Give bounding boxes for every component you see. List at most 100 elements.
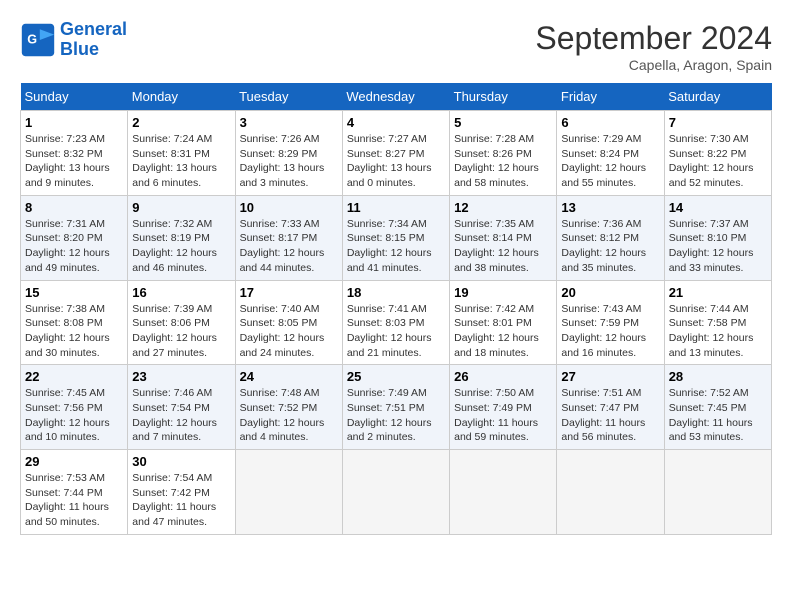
day-number: 9 [132,200,230,215]
day-number: 24 [240,369,338,384]
calendar-cell: 8 Sunrise: 7:31 AM Sunset: 8:20 PM Daylig… [21,195,128,280]
calendar-week-row: 29 Sunrise: 7:53 AM Sunset: 7:44 PM Dayli… [21,450,772,535]
day-info: Sunrise: 7:33 AM Sunset: 8:17 PM Dayligh… [240,217,338,276]
day-info: Sunrise: 7:34 AM Sunset: 8:15 PM Dayligh… [347,217,445,276]
calendar-cell: 7Sunrise: 7:30 AM Sunset: 8:22 PM Daylig… [664,111,771,196]
day-number: 2 [132,115,230,130]
day-info: Sunrise: 7:23 AM Sunset: 8:32 PM Dayligh… [25,132,123,191]
calendar-cell [557,450,664,535]
calendar-cell: 26 Sunrise: 7:50 AM Sunset: 7:49 PM Dayli… [450,365,557,450]
calendar-table: SundayMondayTuesdayWednesdayThursdayFrid… [20,83,772,535]
day-number: 6 [561,115,659,130]
month-title: September 2024 [535,20,772,57]
day-info: Sunrise: 7:45 AM Sunset: 7:56 PM Dayligh… [25,386,123,445]
calendar-cell: 21Sunrise: 7:44 AM Sunset: 7:58 PM Dayli… [664,280,771,365]
day-info: Sunrise: 7:38 AM Sunset: 8:08 PM Dayligh… [25,302,123,361]
calendar-cell: 25 Sunrise: 7:49 AM Sunset: 7:51 PM Dayli… [342,365,449,450]
calendar-cell: 5Sunrise: 7:28 AM Sunset: 8:26 PM Daylig… [450,111,557,196]
day-info: Sunrise: 7:52 AM Sunset: 7:45 PM Dayligh… [669,386,767,445]
day-info: Sunrise: 7:43 AM Sunset: 7:59 PM Dayligh… [561,302,659,361]
day-number: 20 [561,285,659,300]
calendar-cell: 9 Sunrise: 7:32 AM Sunset: 8:19 PM Daylig… [128,195,235,280]
day-info: Sunrise: 7:54 AM Sunset: 7:42 PM Dayligh… [132,471,230,530]
day-info: Sunrise: 7:39 AM Sunset: 8:06 PM Dayligh… [132,302,230,361]
calendar-cell: 19Sunrise: 7:42 AM Sunset: 8:01 PM Dayli… [450,280,557,365]
day-number: 1 [25,115,123,130]
calendar-cell: 29 Sunrise: 7:53 AM Sunset: 7:44 PM Dayli… [21,450,128,535]
page-header: G General Blue September 2024 Capella, A… [20,20,772,73]
day-number: 13 [561,200,659,215]
calendar-week-row: 22 Sunrise: 7:45 AM Sunset: 7:56 PM Dayli… [21,365,772,450]
calendar-cell: 30 Sunrise: 7:54 AM Sunset: 7:42 PM Dayli… [128,450,235,535]
day-number: 29 [25,454,123,469]
day-info: Sunrise: 7:49 AM Sunset: 7:51 PM Dayligh… [347,386,445,445]
calendar-cell: 13 Sunrise: 7:36 AM Sunset: 8:12 PM Dayli… [557,195,664,280]
calendar-cell: 18 Sunrise: 7:41 AM Sunset: 8:03 PM Dayli… [342,280,449,365]
weekday-header: Thursday [450,83,557,111]
day-number: 16 [132,285,230,300]
day-number: 7 [669,115,767,130]
day-number: 23 [132,369,230,384]
weekday-header: Sunday [21,83,128,111]
day-info: Sunrise: 7:37 AM Sunset: 8:10 PM Dayligh… [669,217,767,276]
day-info: Sunrise: 7:27 AM Sunset: 8:27 PM Dayligh… [347,132,445,191]
day-info: Sunrise: 7:31 AM Sunset: 8:20 PM Dayligh… [25,217,123,276]
title-block: September 2024 Capella, Aragon, Spain [535,20,772,73]
day-number: 3 [240,115,338,130]
day-info: Sunrise: 7:24 AM Sunset: 8:31 PM Dayligh… [132,132,230,191]
calendar-cell: 15 Sunrise: 7:38 AM Sunset: 8:08 PM Dayli… [21,280,128,365]
logo: G General Blue [20,20,127,60]
calendar-cell: 20 Sunrise: 7:43 AM Sunset: 7:59 PM Dayli… [557,280,664,365]
day-info: Sunrise: 7:41 AM Sunset: 8:03 PM Dayligh… [347,302,445,361]
day-info: Sunrise: 7:46 AM Sunset: 7:54 PM Dayligh… [132,386,230,445]
day-number: 18 [347,285,445,300]
day-number: 8 [25,200,123,215]
calendar-cell [450,450,557,535]
calendar-week-row: 15 Sunrise: 7:38 AM Sunset: 8:08 PM Dayli… [21,280,772,365]
day-info: Sunrise: 7:32 AM Sunset: 8:19 PM Dayligh… [132,217,230,276]
day-number: 4 [347,115,445,130]
logo-text: General Blue [60,20,127,60]
day-number: 22 [25,369,123,384]
day-number: 25 [347,369,445,384]
svg-text:G: G [27,32,37,46]
day-info: Sunrise: 7:40 AM Sunset: 8:05 PM Dayligh… [240,302,338,361]
calendar-cell: 27 Sunrise: 7:51 AM Sunset: 7:47 PM Dayli… [557,365,664,450]
calendar-cell: 1 Sunrise: 7:23 AM Sunset: 8:32 PM Daylig… [21,111,128,196]
day-info: Sunrise: 7:35 AM Sunset: 8:14 PM Dayligh… [454,217,552,276]
calendar-cell: 11Sunrise: 7:34 AM Sunset: 8:15 PM Dayli… [342,195,449,280]
location: Capella, Aragon, Spain [535,57,772,73]
day-info: Sunrise: 7:28 AM Sunset: 8:26 PM Dayligh… [454,132,552,191]
calendar-cell: 10 Sunrise: 7:33 AM Sunset: 8:17 PM Dayli… [235,195,342,280]
calendar-cell: 16 Sunrise: 7:39 AM Sunset: 8:06 PM Dayli… [128,280,235,365]
day-info: Sunrise: 7:51 AM Sunset: 7:47 PM Dayligh… [561,386,659,445]
calendar-cell: 22 Sunrise: 7:45 AM Sunset: 7:56 PM Dayli… [21,365,128,450]
calendar-cell [342,450,449,535]
day-number: 26 [454,369,552,384]
calendar-cell: 3Sunrise: 7:26 AM Sunset: 8:29 PM Daylig… [235,111,342,196]
day-number: 17 [240,285,338,300]
day-info: Sunrise: 7:29 AM Sunset: 8:24 PM Dayligh… [561,132,659,191]
day-info: Sunrise: 7:50 AM Sunset: 7:49 PM Dayligh… [454,386,552,445]
day-info: Sunrise: 7:36 AM Sunset: 8:12 PM Dayligh… [561,217,659,276]
day-number: 27 [561,369,659,384]
calendar-cell: 17 Sunrise: 7:40 AM Sunset: 8:05 PM Dayli… [235,280,342,365]
day-number: 12 [454,200,552,215]
calendar-header-row: SundayMondayTuesdayWednesdayThursdayFrid… [21,83,772,111]
day-info: Sunrise: 7:53 AM Sunset: 7:44 PM Dayligh… [25,471,123,530]
day-number: 15 [25,285,123,300]
logo-icon: G [20,22,56,58]
calendar-cell: 28 Sunrise: 7:52 AM Sunset: 7:45 PM Dayli… [664,365,771,450]
calendar-cell [664,450,771,535]
calendar-cell [235,450,342,535]
calendar-cell: 24 Sunrise: 7:48 AM Sunset: 7:52 PM Dayli… [235,365,342,450]
weekday-header: Tuesday [235,83,342,111]
day-number: 30 [132,454,230,469]
weekday-header: Wednesday [342,83,449,111]
day-number: 10 [240,200,338,215]
calendar-week-row: 1 Sunrise: 7:23 AM Sunset: 8:32 PM Daylig… [21,111,772,196]
day-number: 28 [669,369,767,384]
calendar-cell: 2 Sunrise: 7:24 AM Sunset: 8:31 PM Daylig… [128,111,235,196]
day-number: 21 [669,285,767,300]
day-info: Sunrise: 7:48 AM Sunset: 7:52 PM Dayligh… [240,386,338,445]
